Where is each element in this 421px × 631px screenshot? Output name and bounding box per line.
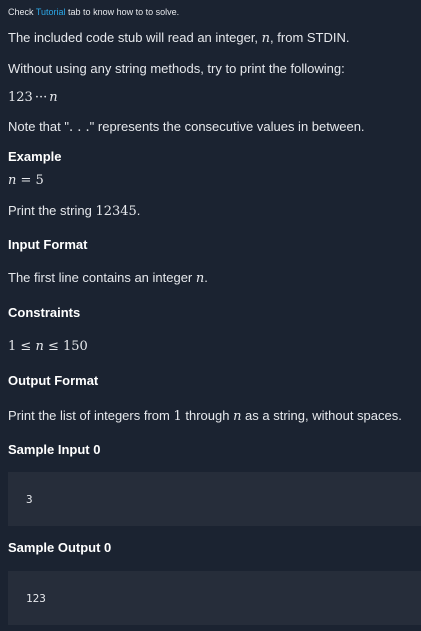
sample-output-heading: Sample Output 0: [8, 540, 112, 555]
constraints-formula: 1 ≤ n ≤ 150: [8, 339, 88, 355]
note-line: Note that ". . ." represents the consecu…: [8, 119, 365, 136]
output-format-text: Print the list of integers from 1 throug…: [8, 408, 402, 425]
example-text: Print the string 12345.: [8, 203, 140, 220]
intro-line-2: Without using any string methods, try to…: [8, 61, 345, 76]
sample-output-value: 123: [26, 592, 46, 605]
note-suffix: " represents the consecutive values in b…: [89, 119, 365, 134]
intro-text-suffix: , from STDIN.: [270, 30, 350, 45]
example-heading: Example: [8, 149, 62, 164]
input-format-heading: Input Format: [8, 237, 88, 252]
tutorial-hint: Check Tutorial tab to know how to to sol…: [8, 0, 179, 19]
constraint-upper: ≤ 150: [43, 339, 88, 354]
note-prefix: Note that ": [8, 119, 69, 134]
constraint-lower: 1 ≤: [8, 339, 36, 354]
example-equation: n = 5: [8, 173, 44, 189]
formula-digits: 123: [8, 90, 33, 105]
example-text-suffix: .: [136, 203, 141, 218]
constraints-heading: Constraints: [8, 305, 81, 320]
intro-line-1: The included code stub will read an inte…: [8, 30, 350, 47]
example-string-value: 12345: [95, 204, 137, 219]
sample-input-value: 3: [26, 493, 33, 506]
output-format-heading: Output Format: [8, 373, 99, 388]
intro-text: The included code stub will read an inte…: [8, 30, 262, 45]
example-text-prefix: Print the string: [8, 203, 96, 218]
sequence-formula: 123 ··· n: [8, 90, 58, 106]
sample-input-heading: Sample Input 0: [8, 442, 101, 457]
output-format-one: 1: [173, 409, 182, 424]
input-format-prefix: The first line contains an integer: [8, 270, 196, 285]
math-var-n: n: [261, 31, 271, 46]
hint-suffix: tab to know how to to solve.: [65, 7, 180, 17]
formula-var-n: n: [49, 90, 58, 105]
input-format-var-n: n: [195, 271, 205, 286]
output-format-mid: through: [181, 408, 234, 423]
hint-prefix: Check: [8, 7, 36, 17]
example-eq-value: = 5: [20, 173, 44, 188]
input-format-text: The first line contains an integer n.: [8, 270, 208, 287]
input-format-suffix: .: [204, 270, 208, 285]
output-format-suffix: as a string, without spaces.: [241, 408, 402, 423]
note-ellipsis: . . .: [68, 120, 90, 135]
sample-input-box: 3: [8, 472, 421, 526]
example-var-n: n: [8, 173, 17, 188]
constraint-var-n: n: [35, 339, 44, 354]
tutorial-link[interactable]: Tutorial: [36, 7, 66, 17]
formula-dots: ···: [34, 90, 48, 105]
output-format-prefix: Print the list of integers from: [8, 408, 174, 423]
sample-output-box: 123: [8, 571, 421, 625]
